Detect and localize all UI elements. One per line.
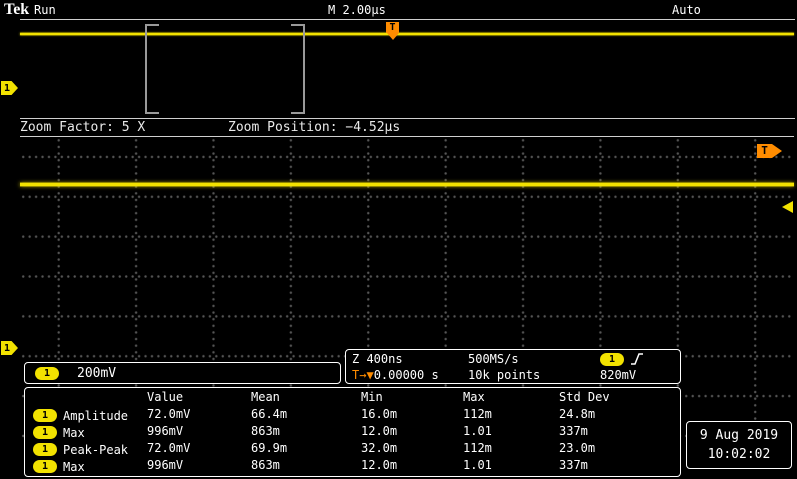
trigger-source-badge: 1 xyxy=(600,352,624,366)
ch1-badge: 1 xyxy=(35,366,59,380)
ch1-marker-zoom: 1 xyxy=(1,341,18,355)
sample-rate: 500MS/s xyxy=(468,352,519,366)
trigger-offscreen-marker: T xyxy=(757,144,782,158)
meas-max: 1.01 xyxy=(463,458,492,472)
ch1-zoom-trace xyxy=(20,183,794,186)
meas-std: 23.0m xyxy=(559,441,596,455)
zoom-factor-label: Zoom Factor: 5 X xyxy=(20,120,146,135)
ch1-badge: 1 xyxy=(33,460,57,473)
meas-std: 337m xyxy=(559,424,588,438)
meas-header-mean: Mean xyxy=(251,390,280,404)
meas-min: 12.0m xyxy=(361,424,398,438)
zoom-window-bracket-right xyxy=(291,24,305,114)
meas-value: 996mV xyxy=(147,424,184,438)
datetime-readout: 9 Aug 2019 10:02:02 xyxy=(686,421,792,469)
acquisition-readout: Z 400ns 500MS/s 1 T→▼0.00000 s 10k point… xyxy=(345,349,681,384)
meas-header-min: Min xyxy=(361,390,383,404)
record-length: 10k points xyxy=(468,368,541,382)
ch1-marker-overview: 1 xyxy=(1,81,18,95)
trigger-position-icon-text: T→▼ xyxy=(352,368,374,382)
acquisition-state: Run xyxy=(34,3,56,17)
meas-max: 1.01 xyxy=(463,424,492,438)
trigger-level-arrow-icon xyxy=(782,201,793,213)
ch1-badge: 1 xyxy=(33,409,57,422)
table-row: 1 Peak-Peak xyxy=(33,441,147,458)
zoom-window-bracket-left xyxy=(145,24,159,114)
date-label: 9 Aug 2019 xyxy=(699,428,779,443)
meas-mean: 863m xyxy=(251,458,280,472)
meas-std: 24.8m xyxy=(559,407,596,421)
time-label: 10:02:02 xyxy=(707,447,771,462)
meas-header-value: Value xyxy=(147,390,184,404)
timebase-readout: M 2.00µs xyxy=(328,3,386,17)
table-row: 1 Amplitude xyxy=(33,407,147,424)
meas-mean: 863m xyxy=(251,424,280,438)
zoom-position-label: Zoom Position: −4.52µs xyxy=(228,120,401,135)
table-row: 1 Max xyxy=(33,424,147,441)
meas-value: 996mV xyxy=(147,458,184,472)
meas-std: 337m xyxy=(559,458,588,472)
oscilloscope-screen: Tek Run M 2.00µs Auto T 1 Zoom Factor: 5… xyxy=(0,0,797,479)
ch1-scale-value: 200mV xyxy=(77,365,117,381)
trigger-position-icon: T xyxy=(386,22,399,33)
trigger-position: T→▼0.00000 s xyxy=(352,368,439,382)
trigger-level: 820mV xyxy=(600,368,637,382)
ch1-badge: 1 xyxy=(33,426,57,439)
trigger-right-arrow-icon xyxy=(772,144,782,158)
trigger-mode: Auto xyxy=(672,3,701,17)
table-row: 1 Max xyxy=(33,458,147,475)
meas-mean: 69.9m xyxy=(251,441,288,455)
meas-header-stddev: Std Dev xyxy=(559,390,610,404)
trigger-source: 1 xyxy=(600,352,674,366)
meas-min: 16.0m xyxy=(361,407,398,421)
tek-logo: Tek xyxy=(4,1,30,18)
meas-value: 72.0mV xyxy=(147,441,191,455)
meas-max: 112m xyxy=(463,407,492,421)
meas-max: 112m xyxy=(463,441,492,455)
ch1-scale-readout: 1 200mV xyxy=(24,362,341,384)
ch1-overview-trace xyxy=(20,33,794,35)
trigger-t-icon: T xyxy=(757,144,772,158)
rising-edge-icon xyxy=(631,353,643,365)
meas-header-max: Max xyxy=(463,390,485,404)
meas-min: 32.0m xyxy=(361,441,398,455)
zoom-timebase: Z 400ns xyxy=(352,352,403,366)
meas-min: 12.0m xyxy=(361,458,398,472)
measurements-table: Value Mean Min Max Std Dev 1 Amplitude 7… xyxy=(24,387,681,477)
ch1-badge: 1 xyxy=(33,443,57,456)
meas-header-spacer xyxy=(33,390,147,407)
meas-value: 72.0mV xyxy=(147,407,191,421)
meas-mean: 66.4m xyxy=(251,407,288,421)
